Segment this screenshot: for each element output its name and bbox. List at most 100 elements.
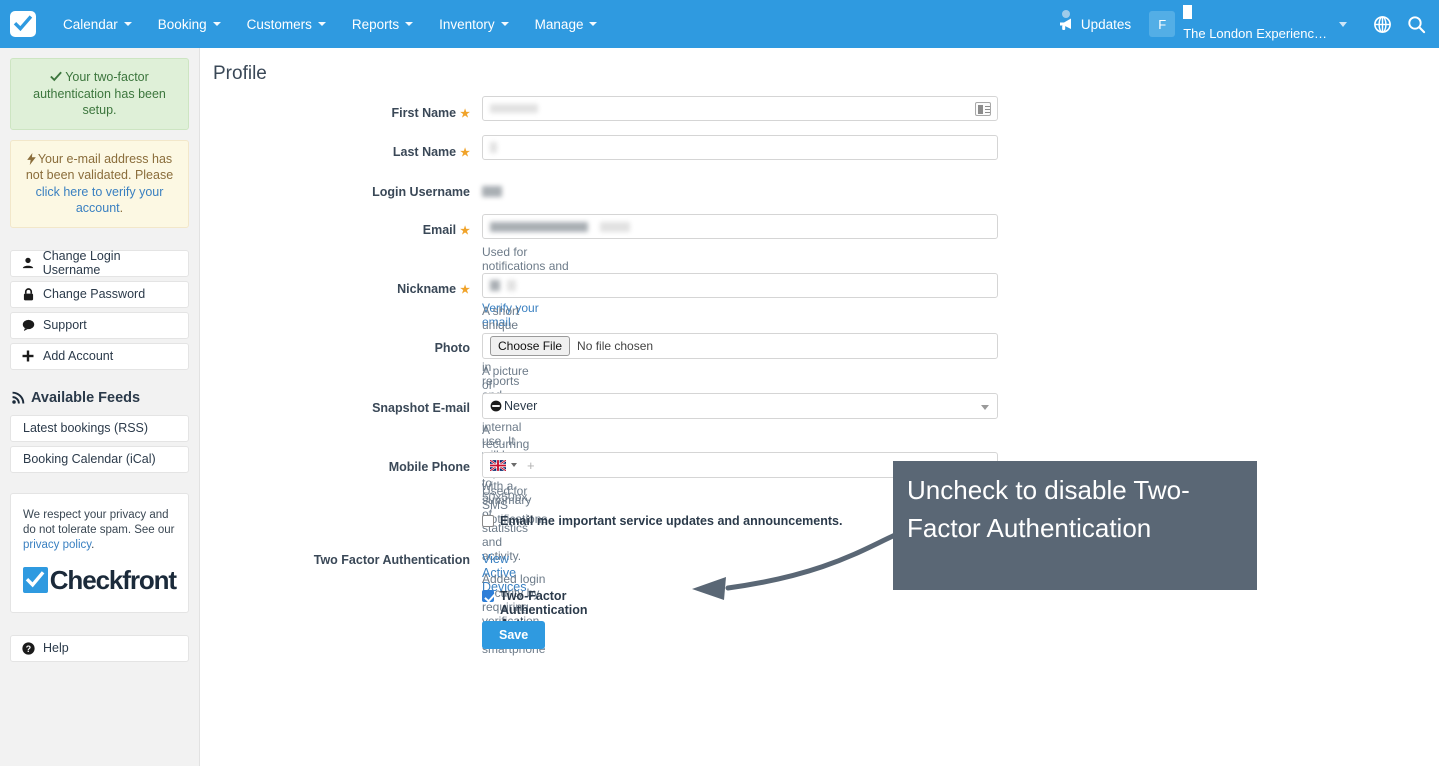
help-icon: ? <box>20 641 36 655</box>
two-factor-active-checkbox[interactable] <box>482 590 494 602</box>
checkfront-check-icon <box>23 567 48 593</box>
privacy-card: We respect your privacy and do not toler… <box>10 492 189 613</box>
chevron-down-icon <box>123 22 132 26</box>
nickname-value-redacted-2 <box>507 280 516 291</box>
save-button[interactable]: Save <box>482 621 546 649</box>
sidebar-item-add-account-label: Add Account <box>43 349 114 363</box>
chevron-down-icon <box>589 22 598 26</box>
search-icon[interactable] <box>1399 0 1433 48</box>
nickname-input[interactable] <box>482 273 998 298</box>
sidebar-item-booking-calendar-ical[interactable]: Booking Calendar (iCal) <box>10 445 189 473</box>
required-star-icon: ★ <box>460 284 470 296</box>
last-name-label-text: Last Name <box>392 145 457 159</box>
first-name-input[interactable] <box>482 96 998 121</box>
nav-item-customers-label: Customers <box>246 16 312 32</box>
account-name: The London Experienc… <box>1183 26 1327 41</box>
nav-item-inventory[interactable]: Inventory <box>426 0 522 48</box>
available-feeds-heading: Available Feeds <box>12 390 189 406</box>
privacy-policy-link[interactable]: privacy policy <box>23 539 91 551</box>
checkfront-wordmark: Checkfront <box>23 565 177 596</box>
avatar: F <box>1149 11 1176 37</box>
contact-card-icon[interactable] <box>975 102 991 116</box>
sidebar-item-latest-bookings-rss[interactable]: Latest bookings (RSS) <box>10 414 189 442</box>
nav-item-booking[interactable]: Booking <box>145 0 234 48</box>
snapshot-email-select[interactable]: Never <box>482 393 998 419</box>
mobile-phone-label-text: Mobile Phone <box>388 460 470 474</box>
choose-file-button[interactable]: Choose File <box>490 336 571 356</box>
verify-account-link[interactable]: click here to verify your account <box>36 185 164 216</box>
required-star-icon: ★ <box>460 147 470 159</box>
avatar-initial: F <box>1158 16 1167 32</box>
mobile-phone-label: Mobile Phone <box>240 460 470 474</box>
nickname-label-text: Nickname <box>397 282 457 296</box>
email-validation-text: Your e-mail address has not been validat… <box>25 151 174 183</box>
email-input[interactable] <box>482 214 998 239</box>
account-switcher[interactable]: F The London Experienc… <box>1149 5 1347 41</box>
chevron-down-icon[interactable] <box>511 463 517 467</box>
sidebar-item-help-label: Help <box>43 641 69 655</box>
user-icon <box>20 257 36 269</box>
sidebar-item-change-login-username-label: Change Login Username <box>42 249 121 277</box>
nav-item-inventory-label: Inventory <box>439 16 495 32</box>
nav-item-calendar[interactable]: Calendar <box>50 0 145 48</box>
login-username-label: Login Username <box>260 185 470 199</box>
sidebar-item-support[interactable]: Support <box>10 311 189 339</box>
check-icon <box>50 71 63 82</box>
plus-icon <box>20 350 36 362</box>
sidebar-item-support-label: Support <box>43 318 87 332</box>
available-feeds-label: Available Feeds <box>31 389 141 406</box>
sidebar-item-help[interactable]: ? Help <box>10 634 189 662</box>
last-name-value-redacted <box>490 142 497 153</box>
service-updates-checkbox[interactable] <box>482 515 494 527</box>
two-factor-label: Two Factor Authentication <box>220 553 470 567</box>
checkfront-logo-icon[interactable] <box>10 11 36 37</box>
first-name-label: First Name ★ <box>260 106 470 120</box>
no-file-chosen-label: No file chosen <box>577 339 654 353</box>
sidebar-item-change-login-username[interactable]: Change Login Username <box>10 249 189 277</box>
photo-file-input[interactable]: Choose File No file chosen <box>482 333 998 359</box>
nickname-label: Nickname ★ <box>260 282 470 296</box>
nav-item-calendar-label: Calendar <box>63 16 118 32</box>
rss-icon <box>12 391 25 404</box>
email-value-redacted <box>490 221 588 232</box>
email-validation-text-end: . <box>119 201 124 215</box>
account-thumbnail <box>1183 5 1193 19</box>
lock-icon <box>20 287 36 301</box>
uk-flag-icon[interactable] <box>490 459 506 471</box>
nav-item-booking-label: Booking <box>157 16 207 32</box>
page-title: Profile <box>213 63 267 84</box>
required-star-icon: ★ <box>460 108 470 120</box>
globe-icon[interactable] <box>1365 0 1399 48</box>
first-name-value-redacted <box>490 104 538 113</box>
megaphone-icon <box>1059 18 1071 30</box>
service-updates-checkbox-row[interactable]: Email me important service updates and a… <box>482 514 842 528</box>
email-label-text: Email <box>422 223 457 237</box>
required-star-icon: ★ <box>460 225 470 237</box>
sidebar-item-change-password[interactable]: Change Password <box>10 280 189 308</box>
nickname-value-redacted <box>490 280 500 291</box>
privacy-text-pre: We respect your privacy and do not toler… <box>23 508 175 536</box>
login-username-value-redacted <box>482 186 502 197</box>
chevron-down-icon <box>405 22 414 26</box>
last-name-input[interactable] <box>482 135 998 160</box>
first-name-label-text: First Name <box>391 106 457 120</box>
updates-button[interactable]: Updates <box>1059 9 1131 32</box>
sidebar-item-add-account[interactable]: Add Account <box>10 342 189 370</box>
comment-icon <box>20 319 36 331</box>
annotation-text: Uncheck to disable Two-Factor Authentica… <box>907 475 1190 543</box>
two-factor-label-text: Two Factor Authentication <box>313 553 470 567</box>
snapshot-email-label: Snapshot E-mail <box>240 401 470 415</box>
nav-item-customers[interactable]: Customers <box>234 0 339 48</box>
account-name-block: The London Experienc… <box>1183 5 1327 41</box>
snapshot-email-selected-value: Never <box>504 399 538 413</box>
nav-item-reports[interactable]: Reports <box>339 0 426 48</box>
photo-label-text: Photo <box>434 341 470 355</box>
email-value-redacted-2 <box>600 221 630 232</box>
photo-label: Photo <box>260 341 470 355</box>
nav-item-manage[interactable]: Manage <box>522 0 611 48</box>
sidebar-item-booking-calendar-ical-label: Booking Calendar (iCal) <box>23 452 156 466</box>
chevron-down-icon <box>1339 21 1347 27</box>
nav-item-reports-label: Reports <box>351 16 400 32</box>
chevron-down-icon <box>317 22 326 26</box>
